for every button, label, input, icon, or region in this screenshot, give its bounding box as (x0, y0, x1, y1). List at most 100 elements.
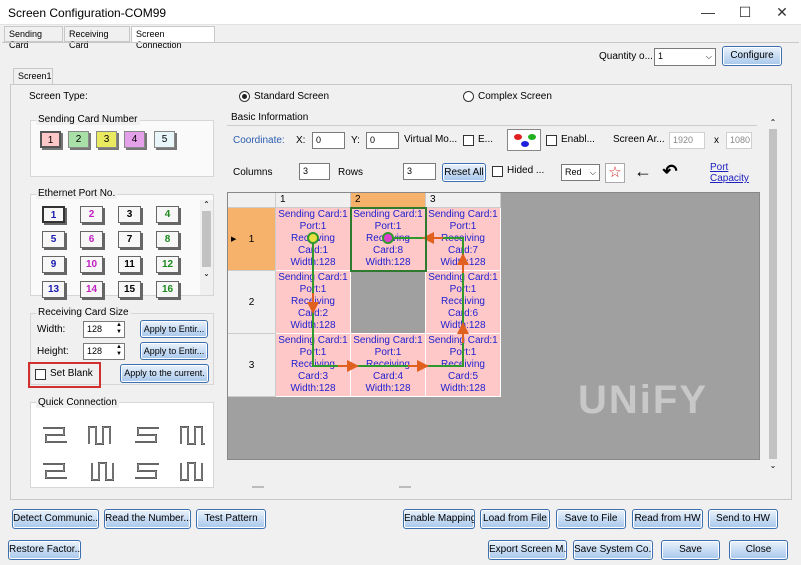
main-scrollbar[interactable]: ⌃ ⌄ (766, 118, 780, 490)
quick-connection-pattern-8-icon[interactable] (178, 458, 208, 484)
enable-label: Enabl... (561, 134, 595, 145)
screen-grid[interactable]: 1 2 3 ▶1 2 3 Sending Card:1Port:1Receivi… (227, 192, 760, 460)
scroll-thumb[interactable] (202, 211, 211, 267)
ethernet-port-13[interactable]: 13 (42, 281, 65, 298)
width-spinner-icon[interactable]: ▲ ▼ (114, 322, 124, 337)
standard-screen-label: Standard Screen (254, 91, 330, 102)
ethernet-port-5[interactable]: 5 (42, 231, 65, 248)
ethernet-port-2[interactable]: 2 (80, 206, 103, 223)
virtual-e-checkbox[interactable] (463, 135, 474, 146)
save-button[interactable]: Save (661, 540, 720, 560)
ethernet-port-14[interactable]: 14 (80, 281, 103, 298)
sending-card-3[interactable]: 3 (96, 131, 117, 148)
tab-screen-connection[interactable]: Screen Connection (131, 26, 215, 50)
reset-all-button[interactable]: Reset All (442, 163, 486, 182)
quick-connection-pattern-6-icon[interactable] (86, 458, 116, 484)
ethernet-port-12[interactable]: 12 (156, 256, 179, 273)
ethernet-port-title: Ethernet Port No. (36, 188, 118, 199)
ethernet-port-11[interactable]: 11 (118, 256, 141, 273)
quantity-value: 1 (658, 51, 664, 61)
undo-icon[interactable]: ↶ (659, 161, 681, 183)
apply-current-button[interactable]: Apply to the current. (120, 364, 209, 383)
height-spinner-icon[interactable]: ▲ ▼ (114, 344, 124, 359)
quick-connection-pattern-1-icon[interactable] (40, 422, 70, 448)
screen-height-input[interactable]: 1080 (726, 132, 752, 149)
scroll-up-icon: ⌃ (769, 118, 777, 127)
scroll-down-icon: ⌄ (769, 461, 777, 470)
enable-mapping-button[interactable]: Enable Mapping (403, 509, 475, 529)
read-number-button[interactable]: Read the Number... (104, 509, 191, 529)
set-blank-checkbox[interactable] (35, 369, 46, 380)
receiving-size-title: Receiving Card Size (36, 307, 131, 318)
save-system-config-button[interactable]: Save System Co... (573, 540, 653, 560)
main-scroll-thumb[interactable] (769, 129, 777, 459)
sending-card-4[interactable]: 4 (124, 131, 145, 148)
virtual-color-icon[interactable] (507, 129, 541, 151)
ethernet-port-8[interactable]: 8 (156, 231, 179, 248)
tab-receiving-card[interactable]: Receiving Card (64, 26, 130, 50)
standard-screen-radio[interactable] (239, 91, 250, 102)
ethernet-port-7[interactable]: 7 (118, 231, 141, 248)
hided-label: Hided ... (507, 165, 545, 176)
tab-screen1[interactable]: Screen1 (13, 68, 53, 85)
basic-info-divider (227, 125, 757, 126)
quantity-select[interactable]: 1 ⌵ (654, 48, 716, 66)
quick-connection-pattern-5-icon[interactable] (40, 458, 70, 484)
quick-connection-pattern-3-icon[interactable] (132, 422, 162, 448)
quick-connection-pattern-4-icon[interactable] (178, 422, 208, 448)
apply-width-button[interactable]: Apply to Entir... (140, 320, 208, 338)
quick-connection-pattern-2-icon[interactable] (86, 422, 116, 448)
screen-width-input[interactable]: 1920 (669, 132, 705, 149)
rows-label: Rows (338, 167, 364, 178)
ethernet-scrollbar[interactable]: ⌃ ⌄ (200, 200, 213, 295)
configure-button[interactable]: Configure (722, 46, 782, 66)
sending-card-5[interactable]: 5 (154, 131, 175, 148)
sending-card-2[interactable]: 2 (68, 131, 89, 148)
star-icon[interactable]: ☆ (605, 163, 625, 183)
color-select[interactable]: Red ⌵ (561, 164, 600, 181)
port-capacity-link-2[interactable]: Capacity (710, 173, 749, 184)
restore-factory-button[interactable]: Restore Factor... (8, 540, 81, 560)
watermark-logo: UNiFY (578, 378, 708, 422)
load-from-file-button[interactable]: Load from File (480, 509, 550, 529)
virtual-mode-label: Virtual Mo... (404, 134, 458, 145)
columns-input[interactable]: 3 (299, 163, 330, 180)
close-window-button[interactable]: ✕ (764, 0, 800, 25)
coordinate-label: Coordinate: (233, 135, 285, 146)
export-screen-button[interactable]: Export Screen M... (488, 540, 567, 560)
ethernet-port-16[interactable]: 16 (156, 281, 179, 298)
ethernet-port-9[interactable]: 9 (42, 256, 65, 273)
sending-card-1[interactable]: 1 (40, 131, 61, 148)
x-input[interactable]: 0 (312, 132, 345, 149)
height-label: Height: (37, 346, 69, 357)
ethernet-port-10[interactable]: 10 (80, 256, 103, 273)
arrow-left-icon[interactable]: ← (632, 161, 654, 183)
detect-communication-button[interactable]: Detect Communic... (12, 509, 99, 529)
ethernet-port-15[interactable]: 15 (118, 281, 141, 298)
ethernet-port-6[interactable]: 6 (80, 231, 103, 248)
complex-screen-label: Complex Screen (478, 91, 552, 102)
complex-screen-radio[interactable] (463, 91, 474, 102)
close-button[interactable]: Close (729, 540, 788, 560)
rows-input[interactable]: 3 (403, 163, 436, 180)
quick-connection-pattern-7-icon[interactable] (132, 458, 162, 484)
minimize-button[interactable]: — (690, 0, 726, 25)
apply-height-button[interactable]: Apply to Entir... (140, 342, 208, 360)
read-from-hw-button[interactable]: Read from HW (632, 509, 703, 529)
tab-sending-card[interactable]: Sending Card (4, 26, 63, 50)
enable-checkbox[interactable] (546, 135, 557, 146)
send-to-hw-button[interactable]: Send to HW (708, 509, 778, 529)
ethernet-port-3[interactable]: 3 (118, 206, 141, 223)
quantity-label: Quantity o... (599, 51, 653, 62)
test-pattern-button[interactable]: Test Pattern (196, 509, 266, 529)
maximize-button[interactable]: ☐ (727, 0, 763, 25)
splitter-handle-2[interactable] (399, 486, 411, 488)
y-input[interactable]: 0 (366, 132, 399, 149)
hided-checkbox[interactable] (492, 166, 503, 177)
ethernet-port-1[interactable]: 1 (42, 206, 65, 223)
ethernet-port-4[interactable]: 4 (156, 206, 179, 223)
save-to-file-button[interactable]: Save to File (556, 509, 626, 529)
splitter-handle[interactable] (252, 486, 264, 488)
port-capacity-link[interactable]: Port (710, 162, 728, 173)
basic-info-title: Basic Information (231, 112, 309, 123)
